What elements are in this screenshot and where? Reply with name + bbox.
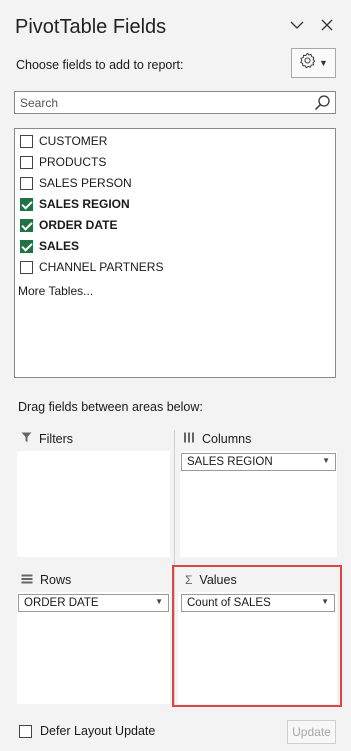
more-tables-link[interactable]: More Tables... xyxy=(18,284,93,298)
field-checkbox-checked[interactable] xyxy=(20,218,33,232)
gear-icon xyxy=(299,52,316,74)
field-item-products[interactable]: PRODUCTS xyxy=(20,152,106,172)
field-checkbox[interactable] xyxy=(20,134,33,148)
search-input[interactable] xyxy=(20,95,310,110)
defer-checkbox[interactable] xyxy=(19,724,32,738)
filters-title: Filters xyxy=(39,432,74,446)
rows-icon xyxy=(21,573,33,587)
defer-label: Defer Layout Update xyxy=(40,724,156,738)
field-item-order-date[interactable]: ORDER DATE xyxy=(20,215,117,235)
columns-drop-area[interactable]: SALES REGION ▼ xyxy=(180,451,337,557)
tools-gear-button[interactable]: ▼ xyxy=(291,48,336,78)
choose-fields-label: Choose fields to add to report: xyxy=(16,58,184,72)
field-checkbox-checked[interactable] xyxy=(20,239,33,253)
field-label: ORDER DATE xyxy=(39,218,118,232)
task-pane-options-chevron-icon[interactable] xyxy=(286,14,308,36)
field-item-sales[interactable]: SALES xyxy=(20,236,79,256)
chevron-down-icon: ▼ xyxy=(155,597,163,606)
columns-field-dropdown[interactable]: SALES REGION ▼ xyxy=(181,453,336,471)
columns-icon xyxy=(183,432,195,446)
field-checkbox-checked[interactable] xyxy=(20,197,33,211)
field-label: SALES xyxy=(39,239,80,253)
update-button[interactable]: Update xyxy=(287,720,336,744)
field-label: PRODUCTS xyxy=(39,155,107,169)
field-item-channel-partners[interactable]: CHANNEL PARTNERS xyxy=(20,257,163,277)
field-item-sales-region[interactable]: SALES REGION xyxy=(20,194,130,214)
field-checkbox[interactable] xyxy=(20,155,33,169)
field-list[interactable]: CUSTOMER PRODUCTS SALES PERSON SALES REG… xyxy=(14,128,336,378)
rows-field-label: ORDER DATE xyxy=(24,597,99,609)
filters-drop-area[interactable] xyxy=(17,451,170,557)
rows-drop-area[interactable]: ORDER DATE ▼ xyxy=(17,592,170,704)
field-label: CHANNEL PARTNERS xyxy=(39,260,164,274)
rows-field-dropdown[interactable]: ORDER DATE ▼ xyxy=(18,594,169,612)
defer-layout-update-checkbox[interactable]: Defer Layout Update xyxy=(19,724,155,738)
chevron-down-icon: ▼ xyxy=(319,58,328,68)
pane-title: PivotTable Fields xyxy=(15,16,167,38)
filter-icon xyxy=(21,432,32,446)
rows-title: Rows xyxy=(40,573,72,587)
chevron-down-icon: ▼ xyxy=(322,456,330,465)
field-label: SALES REGION xyxy=(39,197,130,211)
columns-field-label: SALES REGION xyxy=(187,456,273,468)
field-checkbox[interactable] xyxy=(20,176,33,190)
columns-area-header: Columns xyxy=(183,432,251,446)
close-icon[interactable] xyxy=(316,14,338,36)
field-item-customer[interactable]: CUSTOMER xyxy=(20,131,107,151)
field-label: CUSTOMER xyxy=(39,134,108,148)
filters-area-header: Filters xyxy=(21,432,73,446)
field-label: SALES PERSON xyxy=(39,176,132,190)
field-checkbox[interactable] xyxy=(20,260,33,274)
columns-title: Columns xyxy=(202,432,252,446)
search-icon[interactable] xyxy=(314,94,331,111)
values-highlight-box xyxy=(172,565,342,707)
field-item-sales-person[interactable]: SALES PERSON xyxy=(20,173,132,193)
drag-fields-label: Drag fields between areas below: xyxy=(18,400,203,414)
search-field[interactable] xyxy=(14,91,336,114)
rows-area-header: Rows xyxy=(21,573,71,587)
